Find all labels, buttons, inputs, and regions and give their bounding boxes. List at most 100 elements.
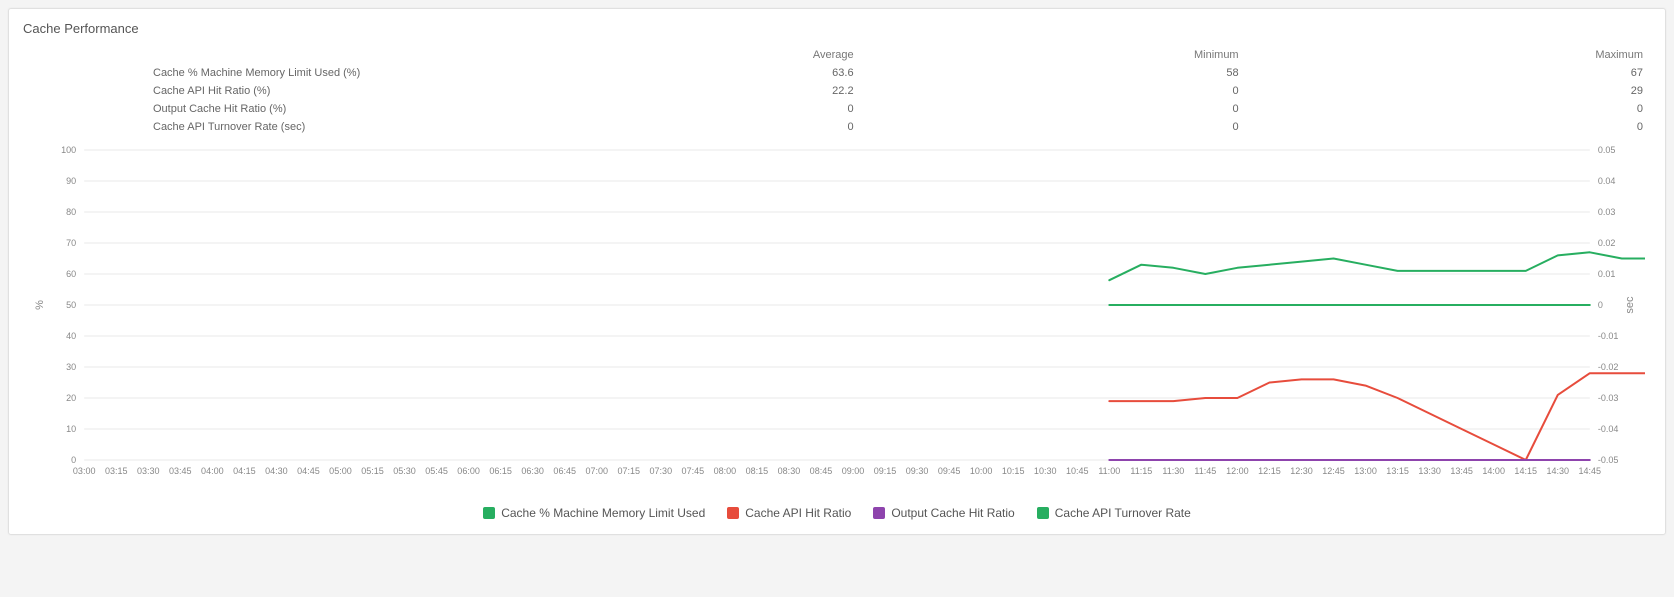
metric-name: Output Cache Hit Ratio (%) bbox=[23, 100, 501, 118]
svg-text:%: % bbox=[34, 300, 46, 310]
metric-minimum: 0 bbox=[862, 100, 1247, 118]
legend-label: Cache API Hit Ratio bbox=[745, 506, 851, 520]
svg-text:12:30: 12:30 bbox=[1290, 466, 1313, 476]
svg-text:08:00: 08:00 bbox=[714, 466, 737, 476]
legend-swatch bbox=[727, 507, 739, 519]
svg-text:50: 50 bbox=[66, 300, 76, 310]
svg-text:12:00: 12:00 bbox=[1226, 466, 1249, 476]
svg-text:40: 40 bbox=[66, 331, 76, 341]
metric-name: Cache API Hit Ratio (%) bbox=[23, 82, 501, 100]
metric-minimum: 0 bbox=[862, 118, 1247, 136]
col-minimum: Minimum bbox=[862, 46, 1247, 64]
svg-text:06:30: 06:30 bbox=[521, 466, 544, 476]
svg-text:14:45: 14:45 bbox=[1579, 466, 1602, 476]
svg-text:13:00: 13:00 bbox=[1354, 466, 1377, 476]
chart-svg: 0102030405060708090100-0.05-0.04-0.03-0.… bbox=[29, 140, 1645, 500]
svg-text:11:00: 11:00 bbox=[1098, 466, 1120, 476]
svg-text:10:00: 10:00 bbox=[970, 466, 993, 476]
col-maximum: Maximum bbox=[1247, 46, 1651, 64]
svg-text:0.03: 0.03 bbox=[1598, 207, 1616, 217]
svg-text:-0.05: -0.05 bbox=[1598, 455, 1619, 465]
svg-text:04:45: 04:45 bbox=[297, 466, 320, 476]
svg-text:0: 0 bbox=[1598, 300, 1603, 310]
metric-maximum: 67 bbox=[1247, 64, 1651, 82]
metric-average: 22.2 bbox=[501, 82, 862, 100]
svg-text:03:45: 03:45 bbox=[169, 466, 192, 476]
svg-text:0.04: 0.04 bbox=[1598, 176, 1616, 186]
col-average: Average bbox=[501, 46, 862, 64]
svg-text:05:30: 05:30 bbox=[393, 466, 416, 476]
chart-area: 0102030405060708090100-0.05-0.04-0.03-0.… bbox=[9, 136, 1665, 502]
svg-text:07:00: 07:00 bbox=[585, 466, 608, 476]
svg-text:10: 10 bbox=[66, 424, 76, 434]
metric-maximum: 0 bbox=[1247, 100, 1651, 118]
svg-text:11:15: 11:15 bbox=[1130, 466, 1152, 476]
legend-item[interactable]: Cache API Hit Ratio bbox=[727, 506, 851, 520]
svg-text:05:45: 05:45 bbox=[425, 466, 448, 476]
svg-text:04:00: 04:00 bbox=[201, 466, 224, 476]
metric-average: 0 bbox=[501, 100, 862, 118]
svg-text:30: 30 bbox=[66, 362, 76, 372]
legend-swatch bbox=[483, 507, 495, 519]
metric-maximum: 0 bbox=[1247, 118, 1651, 136]
svg-text:-0.04: -0.04 bbox=[1598, 424, 1619, 434]
card-title: Cache Performance bbox=[9, 9, 1665, 40]
svg-text:05:15: 05:15 bbox=[361, 466, 384, 476]
legend-item[interactable]: Cache % Machine Memory Limit Used bbox=[483, 506, 705, 520]
svg-text:14:30: 14:30 bbox=[1546, 466, 1569, 476]
svg-text:03:00: 03:00 bbox=[73, 466, 96, 476]
metric-minimum: 58 bbox=[862, 64, 1247, 82]
svg-text:60: 60 bbox=[66, 269, 76, 279]
legend-label: Output Cache Hit Ratio bbox=[891, 506, 1014, 520]
svg-text:0.05: 0.05 bbox=[1598, 145, 1616, 155]
svg-text:10:30: 10:30 bbox=[1034, 466, 1057, 476]
svg-text:0.01: 0.01 bbox=[1598, 269, 1616, 279]
svg-text:06:15: 06:15 bbox=[489, 466, 512, 476]
svg-text:70: 70 bbox=[66, 238, 76, 248]
svg-text:08:30: 08:30 bbox=[778, 466, 801, 476]
svg-text:12:15: 12:15 bbox=[1258, 466, 1281, 476]
svg-text:11:45: 11:45 bbox=[1194, 466, 1216, 476]
legend-item[interactable]: Output Cache Hit Ratio bbox=[873, 506, 1014, 520]
svg-text:05:00: 05:00 bbox=[329, 466, 352, 476]
svg-text:20: 20 bbox=[66, 393, 76, 403]
svg-text:04:15: 04:15 bbox=[233, 466, 256, 476]
metric-name: Cache % Machine Memory Limit Used (%) bbox=[23, 64, 501, 82]
legend-label: Cache API Turnover Rate bbox=[1055, 506, 1191, 520]
svg-text:13:45: 13:45 bbox=[1450, 466, 1473, 476]
legend-swatch bbox=[1037, 507, 1049, 519]
legend-item[interactable]: Cache API Turnover Rate bbox=[1037, 506, 1191, 520]
svg-text:03:15: 03:15 bbox=[105, 466, 128, 476]
svg-text:10:15: 10:15 bbox=[1002, 466, 1025, 476]
metric-name: Cache API Turnover Rate (sec) bbox=[23, 118, 501, 136]
svg-text:14:15: 14:15 bbox=[1514, 466, 1537, 476]
svg-text:sec: sec bbox=[1624, 296, 1636, 314]
table-row: Output Cache Hit Ratio (%)000 bbox=[23, 100, 1651, 118]
svg-text:07:15: 07:15 bbox=[617, 466, 640, 476]
metric-minimum: 0 bbox=[862, 82, 1247, 100]
svg-text:03:30: 03:30 bbox=[137, 466, 160, 476]
svg-text:07:45: 07:45 bbox=[682, 466, 705, 476]
svg-text:90: 90 bbox=[66, 176, 76, 186]
svg-text:04:30: 04:30 bbox=[265, 466, 288, 476]
legend-label: Cache % Machine Memory Limit Used bbox=[501, 506, 705, 520]
svg-text:80: 80 bbox=[66, 207, 76, 217]
svg-text:09:00: 09:00 bbox=[842, 466, 865, 476]
svg-text:100: 100 bbox=[61, 145, 76, 155]
svg-text:12:45: 12:45 bbox=[1322, 466, 1345, 476]
svg-text:06:00: 06:00 bbox=[457, 466, 480, 476]
svg-text:-0.02: -0.02 bbox=[1598, 362, 1619, 372]
svg-text:09:15: 09:15 bbox=[874, 466, 897, 476]
table-row: Cache API Turnover Rate (sec)000 bbox=[23, 118, 1651, 136]
svg-text:09:45: 09:45 bbox=[938, 466, 961, 476]
metric-average: 63.6 bbox=[501, 64, 862, 82]
metric-maximum: 29 bbox=[1247, 82, 1651, 100]
svg-text:11:30: 11:30 bbox=[1162, 466, 1184, 476]
svg-text:08:15: 08:15 bbox=[746, 466, 769, 476]
svg-text:07:30: 07:30 bbox=[650, 466, 673, 476]
table-row: Cache API Hit Ratio (%)22.2029 bbox=[23, 82, 1651, 100]
svg-text:0: 0 bbox=[71, 455, 76, 465]
svg-text:13:30: 13:30 bbox=[1418, 466, 1441, 476]
svg-text:10:45: 10:45 bbox=[1066, 466, 1089, 476]
svg-text:-0.01: -0.01 bbox=[1598, 331, 1619, 341]
